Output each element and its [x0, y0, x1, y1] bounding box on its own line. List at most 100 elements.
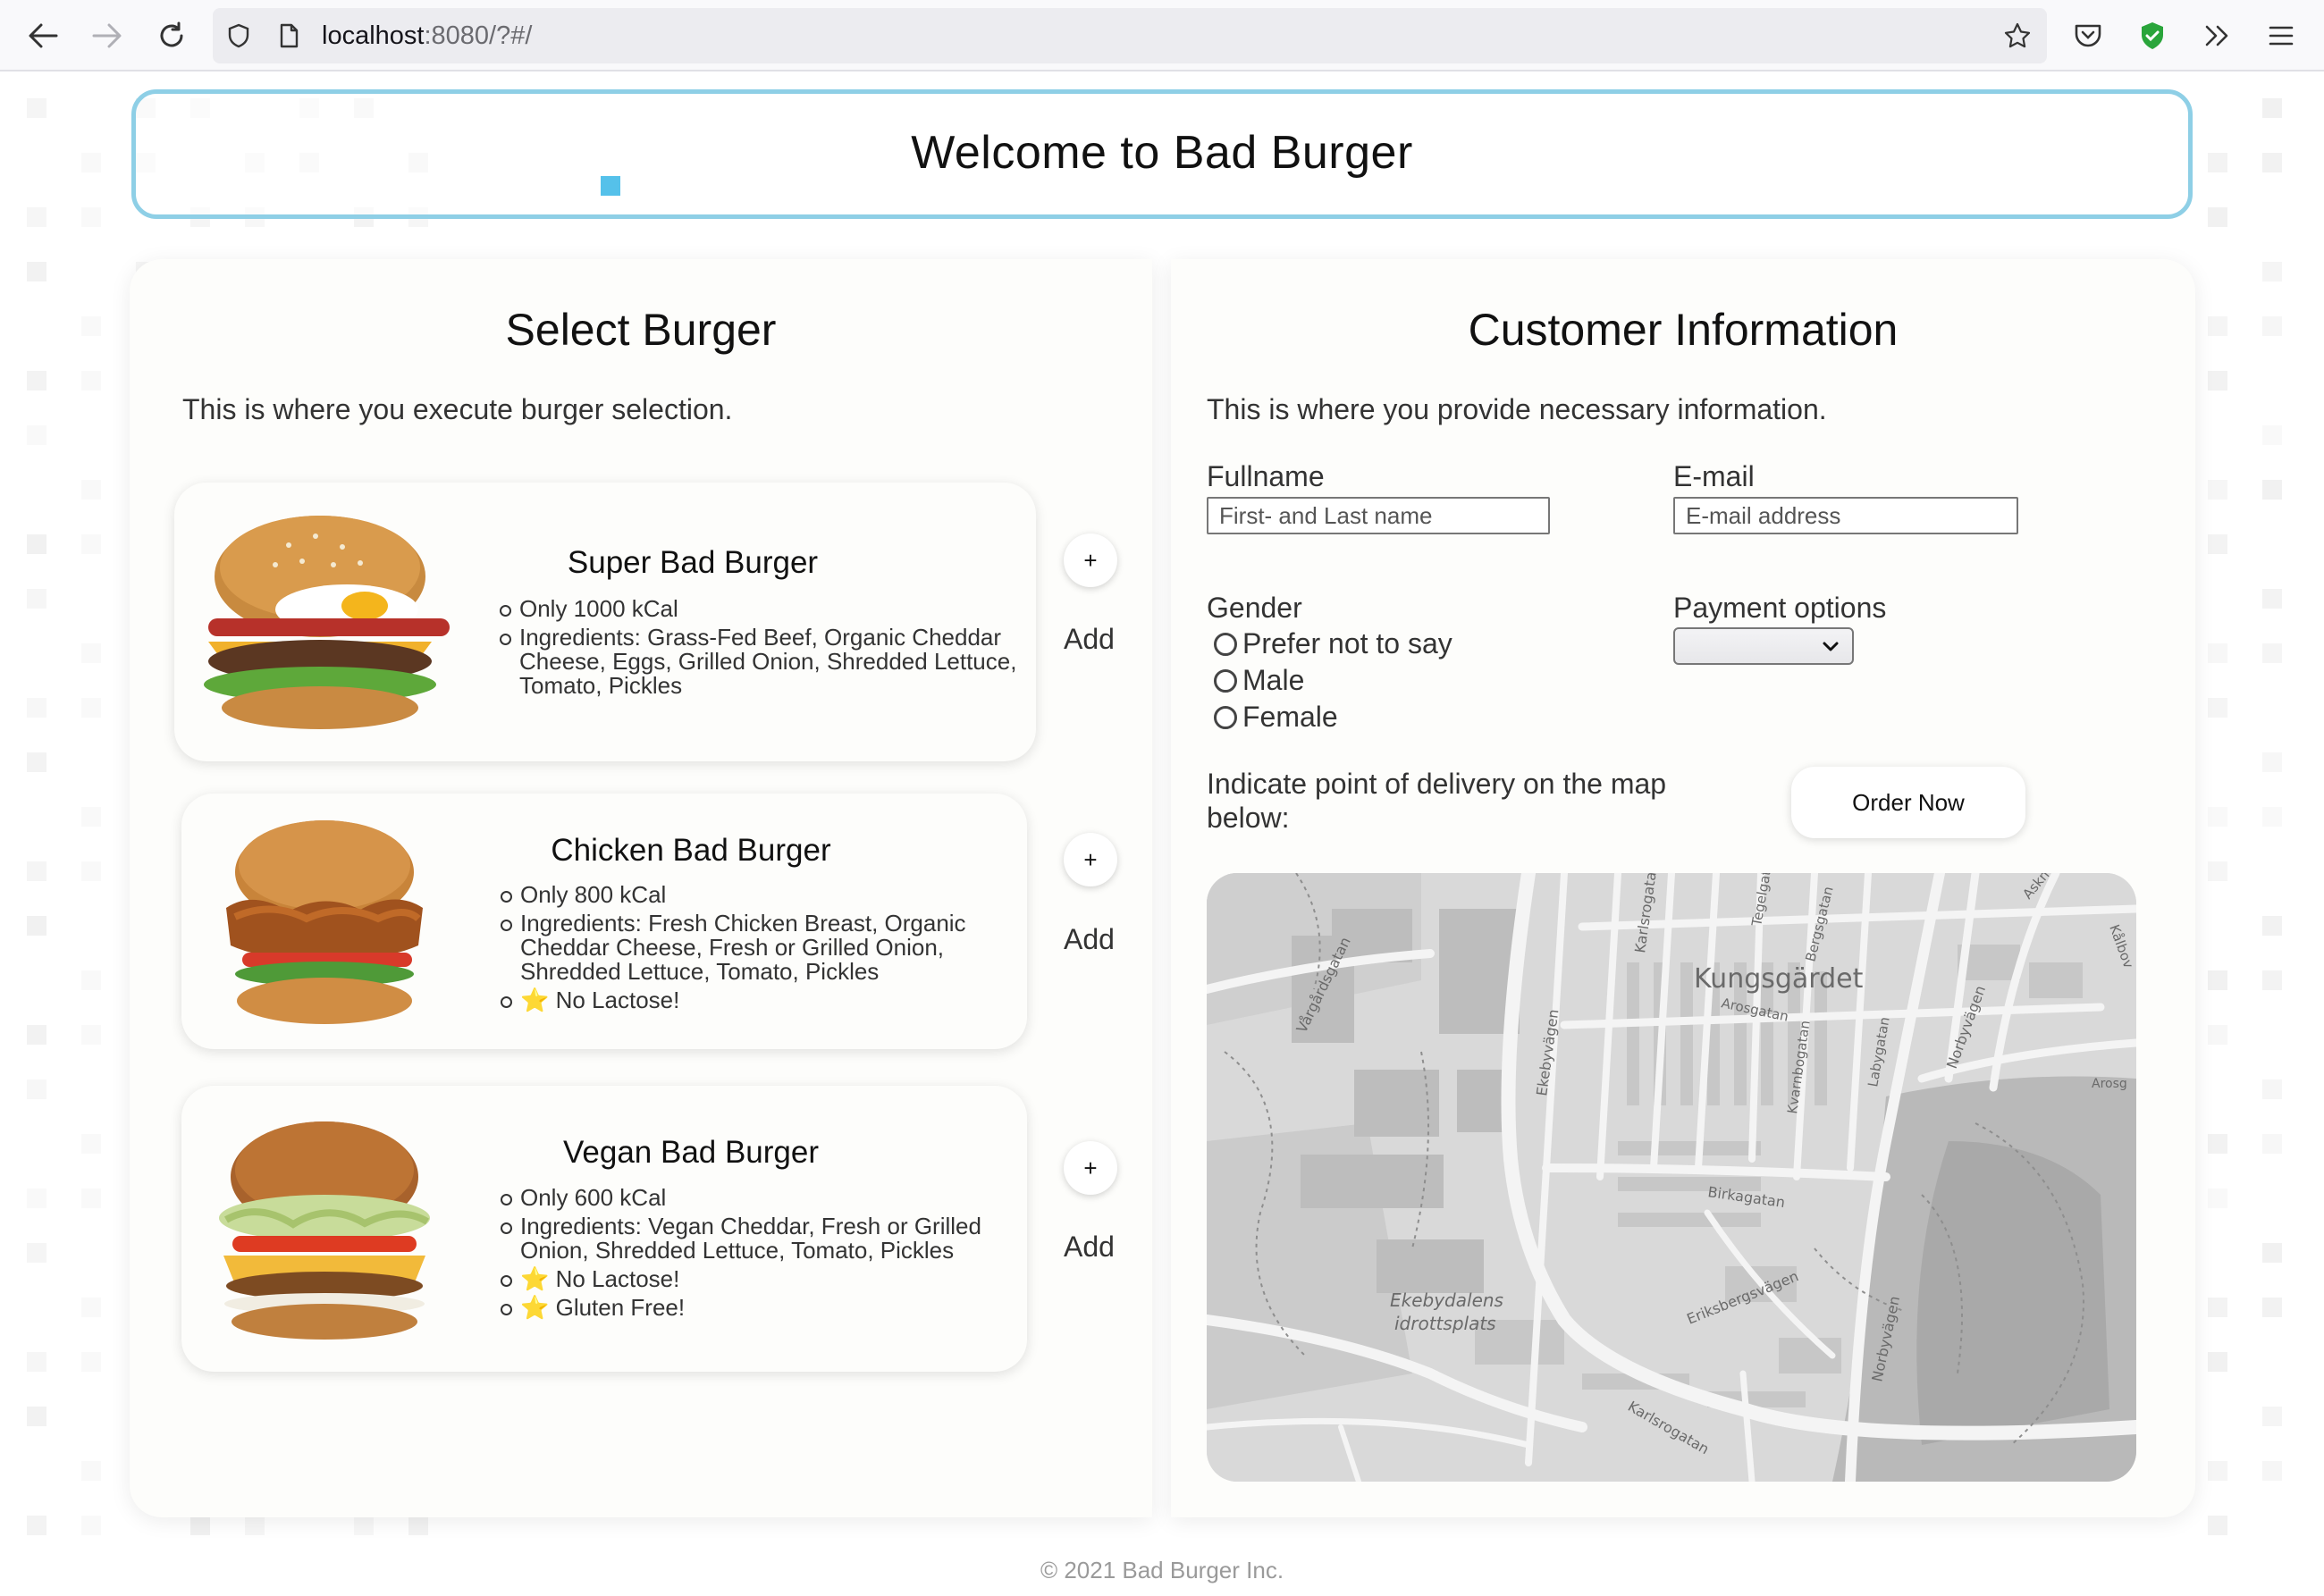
background-tile [81, 861, 101, 881]
radio-button[interactable] [1214, 668, 1237, 693]
background-tile [27, 1352, 46, 1372]
background-tile [81, 1189, 101, 1208]
payment-select[interactable] [1673, 627, 1854, 665]
gender-option-prefer-not[interactable]: Prefer not to say [1214, 627, 1452, 660]
background-tile [81, 1516, 101, 1535]
burger-details-list: Only 600 kCal Ingredients: Vegan Cheddar… [501, 1186, 1001, 1324]
background-tile [2208, 698, 2227, 718]
background-tile [81, 1025, 101, 1045]
add-label: Add [1064, 623, 1115, 655]
background-tile [2208, 1516, 2227, 1535]
background-tile [2208, 643, 2227, 663]
chevron-down-icon [1823, 642, 1839, 651]
background-tile [2208, 371, 2227, 391]
background-tile [2208, 807, 2227, 827]
shield-icon[interactable] [225, 22, 252, 49]
customer-panel-subtitle: This is where you provide necessary info… [1207, 393, 1827, 425]
burger-name: Vegan Bad Burger [562, 1135, 820, 1170]
burger-panel-title: Select Burger [505, 305, 777, 355]
gender-option-male[interactable]: Male [1214, 664, 1304, 697]
radio-button[interactable] [1214, 632, 1237, 656]
burger-detail: Ingredients: Fresh Chicken Breast, Organ… [501, 911, 983, 984]
background-tile [81, 1352, 101, 1372]
background-tile [2262, 1407, 2282, 1426]
burger-panel-subtitle: This is where you execute burger selecti… [182, 393, 733, 425]
background-tile [354, 1516, 374, 1535]
background-tile [2262, 1461, 2282, 1481]
background-tile [27, 1189, 46, 1208]
background-tile [190, 1516, 210, 1535]
bookmark-star-icon[interactable] [2004, 22, 2031, 49]
url-bar[interactable]: localhost:8080/?#/ [213, 8, 2047, 63]
background-tile [245, 1516, 265, 1535]
email-label: E-mail [1673, 460, 1755, 492]
add-chicken-burger-button[interactable]: + [1064, 833, 1117, 886]
burger-details-list: Only 800 kCal Ingredients: Fresh Chicken… [501, 883, 983, 1017]
map-label-arosg: Arosg [2092, 1077, 2127, 1091]
burger-detail: ⭐ No Lactose! [501, 1267, 1001, 1291]
background-tile [2262, 916, 2282, 936]
pocket-icon[interactable] [2070, 18, 2106, 54]
background-tile [81, 316, 101, 336]
delivery-instruction: Indicate point of delivery on the map be… [1207, 768, 1667, 834]
burger-card-vegan: Vegan Bad Burger Only 600 kCal Ingredien… [181, 1086, 1027, 1372]
background-tile [81, 371, 101, 391]
background-tile [27, 861, 46, 881]
overflow-chevrons-icon[interactable] [2199, 18, 2235, 54]
burger-detail: Ingredients: Vegan Cheddar, Fresh or Gri… [501, 1214, 1001, 1263]
background-tile [2262, 970, 2282, 990]
background-tile [2208, 316, 2227, 336]
map-canvas[interactable]: Kungsgärdet Ekebydalens idrottsplats Birk… [1207, 873, 2136, 1482]
url-text[interactable]: localhost:8080/?#/ [322, 21, 532, 51]
reload-icon[interactable] [152, 16, 191, 55]
page-icon[interactable] [275, 22, 302, 49]
email-input[interactable] [1673, 497, 2018, 534]
background-tile [27, 589, 46, 609]
background-tile [81, 480, 101, 500]
background-tile [2208, 1352, 2227, 1372]
add-vegan-burger-button[interactable]: + [1064, 1141, 1117, 1195]
order-now-button[interactable]: Order Now [1791, 767, 2025, 838]
welcome-header: Welcome to Bad Burger [131, 89, 2193, 219]
background-tile [81, 807, 101, 827]
background-tile [27, 698, 46, 718]
forward-icon[interactable] [88, 16, 127, 55]
background-tile [2208, 1134, 2227, 1154]
background-tile [2262, 807, 2282, 827]
background-tile [27, 1079, 46, 1099]
background-tile [27, 1407, 46, 1426]
background-tile [27, 262, 46, 281]
background-tile [2262, 1079, 2282, 1099]
background-tile [2262, 480, 2282, 500]
background-tile [27, 1025, 46, 1045]
add-super-burger-button[interactable]: + [1064, 533, 1117, 587]
gender-option-female[interactable]: Female [1214, 701, 1338, 734]
background-tile [2208, 1025, 2227, 1045]
background-tile [81, 643, 101, 663]
extension-shield-icon[interactable] [2135, 18, 2170, 54]
accent-square [601, 176, 620, 196]
burger-detail: ⭐ Gluten Free! [501, 1296, 1001, 1320]
fullname-input[interactable] [1207, 497, 1550, 534]
menu-icon[interactable] [2263, 18, 2299, 54]
back-icon[interactable] [23, 16, 63, 55]
super-bad-burger-image [204, 516, 450, 729]
radio-label: Prefer not to say [1242, 627, 1452, 659]
delivery-map[interactable]: Kungsgärdet Ekebydalens idrottsplats Birk… [1207, 873, 2136, 1482]
background-tile [2262, 316, 2282, 336]
background-tile [81, 970, 101, 990]
footer-copyright: © 2021 Bad Burger Inc. [1040, 1557, 1284, 1583]
burger-card-chicken: Chicken Bad Burger Only 800 kCal Ingredi… [181, 794, 1027, 1049]
background-tile [81, 534, 101, 554]
radio-button[interactable] [1214, 705, 1237, 729]
radio-label: Male [1242, 664, 1305, 696]
background-tile [408, 1516, 428, 1535]
background-tile [2262, 1243, 2282, 1263]
background-tile [27, 207, 46, 227]
background-tile [2208, 970, 2227, 990]
background-tile [27, 425, 46, 445]
burger-detail: Ingredients: Grass-Fed Beef, Organic Che… [500, 626, 1018, 698]
background-tile [27, 371, 46, 391]
background-tile [2208, 1189, 2227, 1208]
chicken-bad-burger-image [226, 820, 423, 1024]
